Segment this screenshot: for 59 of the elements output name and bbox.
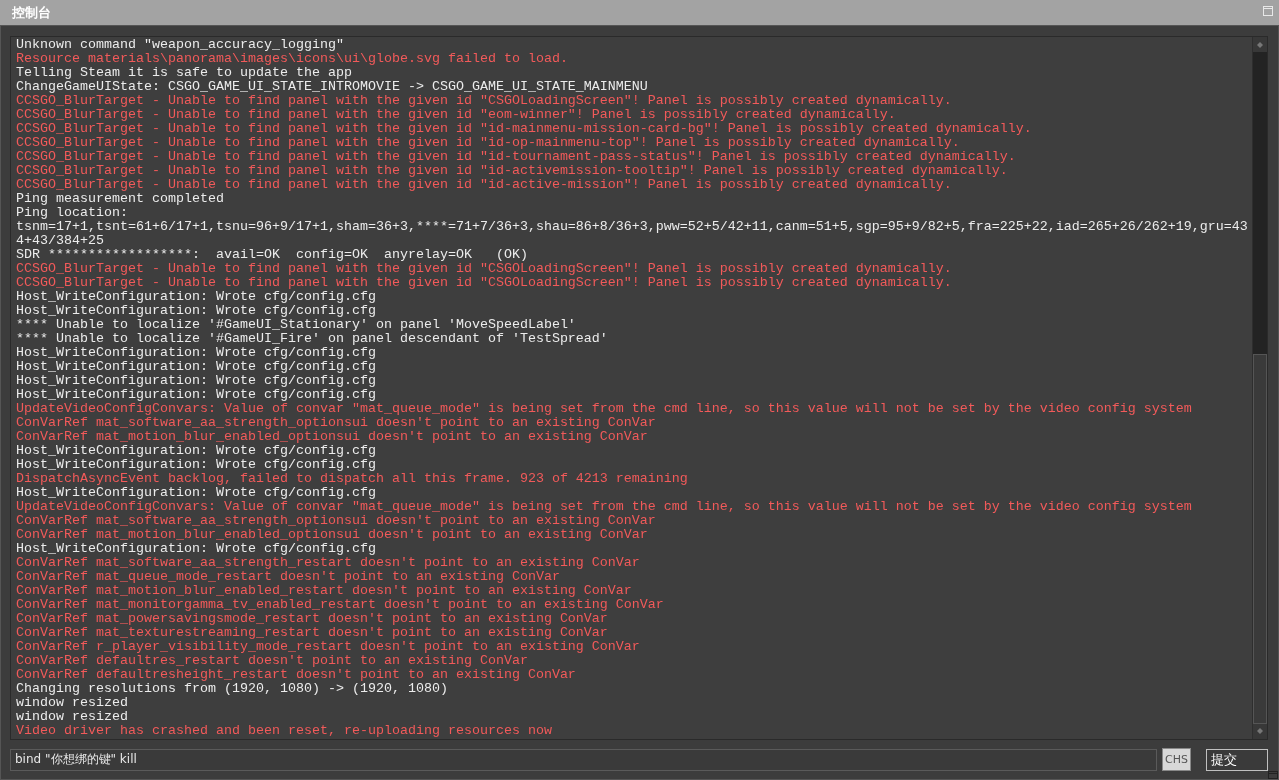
log-line: Host_WriteConfiguration: Wrote cfg/config.cfg bbox=[16, 444, 377, 458]
log-line: ConVarRef mat_powersavingsmode_restart doesn't point to an existing ConVar bbox=[16, 612, 609, 626]
log-line: CCSGO_BlurTarget - Unable to find panel with the given id "CSGOLoadingScreen"! Panel is possibly created dynamically. bbox=[16, 262, 953, 276]
log-line: ConVarRef mat_motion_blur_enabled_restart doesn't point to an existing ConVar bbox=[16, 584, 633, 598]
log-line: Host_WriteConfiguration: Wrote cfg/config.cfg bbox=[16, 388, 377, 402]
log-line: CCSGO_BlurTarget - Unable to find panel with the given id "CSGOLoadingScreen"! Panel is possibly created dynamically. bbox=[16, 276, 953, 290]
log-line: **** Unable to localize '#GameUI_Stationary' on panel 'MoveSpeedLabel' bbox=[16, 318, 577, 332]
log-line: ConVarRef mat_motion_blur_enabled_optionsui doesn't point to an existing ConVar bbox=[16, 430, 649, 444]
scrollbar[interactable] bbox=[1252, 37, 1267, 739]
log-line: Host_WriteConfiguration: Wrote cfg/config.cfg bbox=[16, 486, 377, 500]
log-line: CCSGO_BlurTarget - Unable to find panel with the given id "id-tournament-pass-status"! Panel is possibly created dynamically. bbox=[16, 150, 1017, 164]
log-line: Telling Steam it is safe to update the app bbox=[16, 66, 353, 80]
log-line: Host_WriteConfiguration: Wrote cfg/config.cfg bbox=[16, 542, 377, 556]
log-line: CCSGO_BlurTarget - Unable to find panel with the given id "id-active-mission"! Panel is possibly created dynamically. bbox=[16, 178, 953, 192]
log-line: ConVarRef mat_software_aa_strength_restart doesn't point to an existing ConVar bbox=[16, 556, 641, 570]
log-line: Video driver has crashed and been reset, re-uploading resources now bbox=[16, 724, 553, 738]
log-line: ConVarRef defaultres_restart doesn't point to an existing ConVar bbox=[16, 654, 529, 668]
log-line: ConVarRef mat_monitorgamma_tv_enabled_restart doesn't point to an existing ConVar bbox=[16, 598, 665, 612]
ime-indicator[interactable]: CHS bbox=[1162, 748, 1191, 771]
log-line: DispatchAsyncEvent backlog, failed to dispatch all this frame. 923 of 4213 remaining bbox=[16, 472, 689, 486]
log-line: CCSGO_BlurTarget - Unable to find panel with the given id "CSGOLoadingScreen"! Panel is possibly created dynamically. bbox=[16, 94, 953, 108]
submit-button[interactable]: 提交 bbox=[1206, 748, 1268, 771]
log-line: Resource materials\panorama\images\icons\ui\globe.svg failed to load. bbox=[16, 52, 569, 66]
log-line: Ping location: bbox=[16, 206, 129, 220]
log-line: ConVarRef mat_motion_blur_enabled_optionsui doesn't point to an existing ConVar bbox=[16, 528, 649, 542]
resize-grip-icon[interactable] bbox=[1268, 771, 1278, 779]
log-line: ConVarRef mat_software_aa_strength_optionsui doesn't point to an existing ConVar bbox=[16, 416, 657, 430]
log-line: UpdateVideoConfigConvars: Value of convar "mat_queue_mode" is being set from the cmd line, so this value will not be set by the video config system bbox=[16, 500, 1193, 514]
log-line: Unknown command "weapon_accuracy_logging" bbox=[16, 38, 345, 52]
log-line: CCSGO_BlurTarget - Unable to find panel with the given id "id-activemission-tooltip"! Panel is possibly created dynamically. bbox=[16, 164, 1009, 178]
log-line: CCSGO_BlurTarget - Unable to find panel with the given id "id-mainmenu-mission-card-bg"! Panel is possibly created dynamically. bbox=[16, 122, 1033, 136]
log-line: window resized bbox=[16, 710, 129, 724]
log-line: **** Unable to localize '#GameUI_Fire' on panel descendant of 'TestSpread' bbox=[16, 332, 609, 346]
scroll-up-icon[interactable] bbox=[1256, 41, 1264, 49]
log-line: Host_WriteConfiguration: Wrote cfg/config.cfg bbox=[16, 360, 377, 374]
log-line: SDR ******************: avail=OK config=OK anyrelay=OK (OK) bbox=[16, 248, 529, 262]
window-title: 控制台 bbox=[12, 3, 51, 22]
log-line: Changing resolutions from (1920, 1080) -> (1920, 1080) bbox=[16, 682, 449, 696]
log-line: Host_WriteConfiguration: Wrote cfg/config.cfg bbox=[16, 346, 377, 360]
log-line: ConVarRef mat_queue_mode_restart doesn't point to an existing ConVar bbox=[16, 570, 561, 584]
scrollbar-thumb[interactable] bbox=[1253, 354, 1267, 724]
log-line: Host_WriteConfiguration: Wrote cfg/config.cfg bbox=[16, 290, 377, 304]
log-line: window resized bbox=[16, 696, 129, 710]
log-line: UpdateVideoConfigConvars: Value of convar "mat_queue_mode" is being set from the cmd line, so this value will not be set by the video config system bbox=[16, 402, 1193, 416]
log-line: CCSGO_BlurTarget - Unable to find panel with the given id "id-op-mainmenu-top"! Panel is possibly created dynamically. bbox=[16, 136, 961, 150]
log-line: ConVarRef r_player_visibility_mode_restart doesn't point to an existing ConVar bbox=[16, 640, 641, 654]
log-line: Host_WriteConfiguration: Wrote cfg/config.cfg bbox=[16, 458, 377, 472]
log-line: tsnm=17+1,tsnt=61+6/17+1,tsnu=96+9/17+1,sham=36+3,****=71+7/36+3,shau=86+8/36+3,pww=52+5/42+11,canm=51+5,sgp=95+9/82+5,fra=225+22,iad=265+26/262+19,gru=434+43/384+25 bbox=[16, 220, 1248, 248]
scroll-down-icon[interactable] bbox=[1256, 727, 1264, 735]
log-line: Host_WriteConfiguration: Wrote cfg/config.cfg bbox=[16, 374, 377, 388]
log-line: Host_WriteConfiguration: Wrote cfg/config.cfg bbox=[16, 304, 377, 318]
command-input-field[interactable]: bind "你想绑的键" kill bbox=[10, 748, 1158, 771]
log-line: ConVarRef mat_texturestreaming_restart doesn't point to an existing ConVar bbox=[16, 626, 609, 640]
log-line: ConVarRef mat_software_aa_strength_optionsui doesn't point to an existing ConVar bbox=[16, 514, 657, 528]
log-line: CCSGO_BlurTarget - Unable to find panel with the given id "eom-winner"! Panel is possibly created dynamically. bbox=[16, 108, 897, 122]
restore-icon[interactable] bbox=[1263, 5, 1273, 16]
log-line: ConVarRef defaultresheight_restart doesn't point to an existing ConVar bbox=[16, 668, 577, 682]
log-line: Ping measurement completed bbox=[16, 192, 225, 206]
log-line: ChangeGameUIState: CSGO_GAME_UI_STATE_INTROMOVIE -> CSGO_GAME_UI_STATE_MAINMENU bbox=[16, 80, 649, 94]
